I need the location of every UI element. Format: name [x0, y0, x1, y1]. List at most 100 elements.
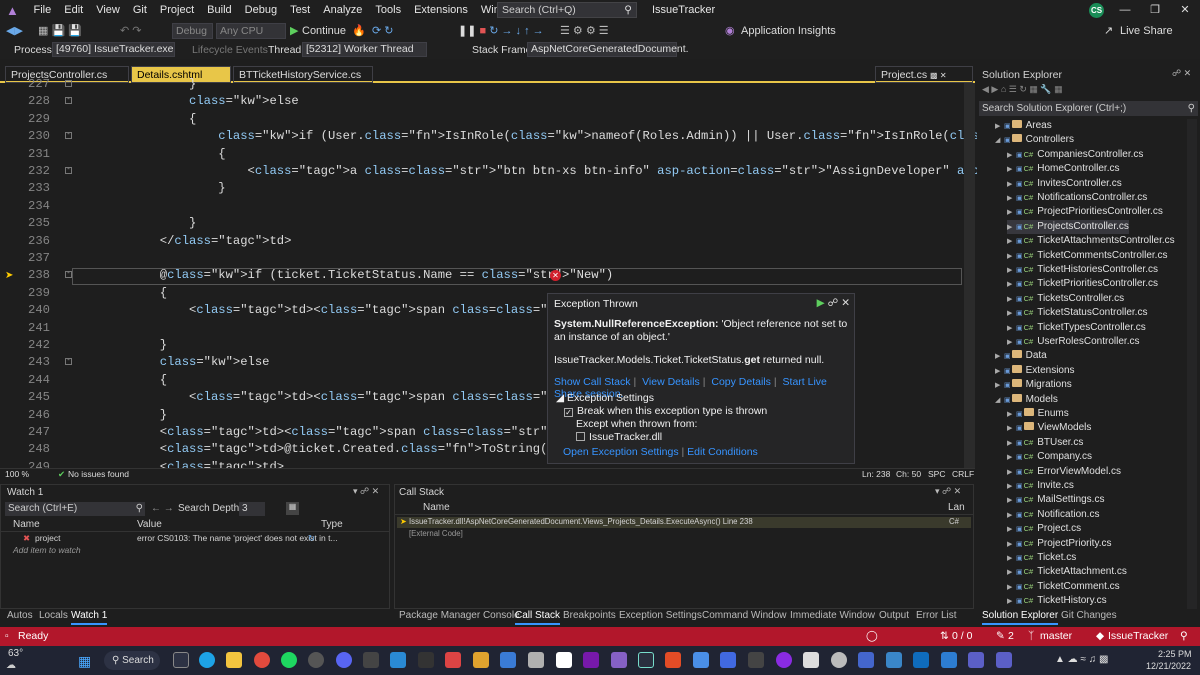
- watch-col-name[interactable]: Name: [13, 519, 40, 530]
- process-select[interactable]: [49760] IssueTracker.exe: [52, 42, 175, 57]
- edit-conditions-link[interactable]: Edit Conditions: [687, 446, 758, 458]
- close-icon[interactable]: ✕: [841, 297, 850, 309]
- menu-item-view[interactable]: View: [90, 0, 127, 21]
- fold-toggle-icon[interactable]: -: [65, 132, 72, 140]
- platform-select[interactable]: Any CPU: [216, 23, 286, 39]
- expand-chevron-icon[interactable]: ▶: [1007, 293, 1016, 307]
- sidebar-item-companiescontroller-cs[interactable]: ▶ ▣C# CompaniesController.cs: [1007, 148, 1143, 162]
- tab-exception-settings[interactable]: Exception Settings: [619, 609, 702, 623]
- search-depth-select[interactable]: 3: [239, 502, 265, 516]
- repo-name[interactable]: IssueTracker: [1108, 627, 1168, 646]
- expand-chevron-icon[interactable]: ▶: [1007, 192, 1016, 206]
- expand-chevron-icon[interactable]: ▶: [1007, 566, 1016, 580]
- expand-chevron-icon[interactable]: ◢: [995, 394, 1004, 408]
- menu-item-file[interactable]: File: [27, 0, 58, 21]
- exception-error-icon[interactable]: ✕: [550, 270, 561, 281]
- expand-chevron-icon[interactable]: ▶: [1007, 523, 1016, 537]
- code-line-235[interactable]: }: [72, 216, 196, 230]
- tab-ticket-history-service[interactable]: BTTicketHistoryService.cs: [233, 66, 373, 83]
- weather-icon[interactable]: ☁: [6, 660, 16, 671]
- expand-chevron-icon[interactable]: ▶: [1007, 206, 1016, 220]
- tab-call-stack[interactable]: Call Stack: [515, 609, 561, 625]
- app-icon[interactable]: [500, 652, 516, 668]
- tab-watch-1[interactable]: Watch 1: [71, 609, 108, 625]
- new-item-icon[interactable]: ▦ 💾 💾: [38, 21, 82, 41]
- view-details-link[interactable]: View Details: [642, 376, 703, 388]
- fold-toggle-icon[interactable]: -: [65, 358, 72, 366]
- pending-changes[interactable]: 2: [1008, 627, 1014, 646]
- expand-chevron-icon[interactable]: ▶: [1007, 422, 1016, 436]
- editor-vertical-scrollbar[interactable]: [964, 83, 975, 468]
- open-exception-settings-link[interactable]: Open Exception Settings: [563, 446, 679, 458]
- issues-status[interactable]: No issues found: [68, 469, 129, 479]
- expand-chevron-icon[interactable]: ▶: [1007, 250, 1016, 264]
- add-watch-item[interactable]: Add item to watch: [13, 545, 81, 555]
- watch-search-input[interactable]: Search (Ctrl+E) ⚲: [5, 502, 145, 516]
- notion-icon[interactable]: [556, 652, 572, 668]
- lifecycle-events-button[interactable]: Lifecycle Events: [192, 41, 268, 59]
- teams-icon[interactable]: [968, 652, 984, 668]
- sidebar-item-company-cs[interactable]: ▶ ▣C# Company.cs: [1007, 450, 1092, 464]
- exception-settings-header[interactable]: ◢ Exception Settings: [556, 392, 654, 404]
- sidebar-item-tickettypescontroller-cs[interactable]: ▶ ▣C# TicketTypesController.cs: [1007, 321, 1146, 335]
- snipping-icon[interactable]: [528, 652, 544, 668]
- expand-chevron-icon[interactable]: ▶: [1007, 552, 1016, 566]
- solution-toolbar-icons[interactable]: ◀ ▶ ⌂ ☰ ↻ ▦ 🔧 ▦: [982, 84, 1063, 95]
- undo-redo-icon[interactable]: ↶ ↷: [120, 21, 142, 41]
- tab-project-cs[interactable]: Project.cs ▩ ✕: [875, 66, 973, 83]
- show-call-stack-link[interactable]: Show Call Stack: [554, 376, 633, 388]
- format-icon[interactable]: ▦: [286, 502, 299, 515]
- sidebar-item-ticketcommentscontroller-cs[interactable]: ▶ ▣C# TicketCommentsController.cs: [1007, 249, 1167, 263]
- code-line-244[interactable]: {: [72, 373, 167, 387]
- solution-scrollbar[interactable]: [1187, 119, 1197, 609]
- sidebar-item-areas[interactable]: ▶ ▣ Areas: [995, 119, 1052, 133]
- expand-chevron-icon[interactable]: ▶: [1007, 581, 1016, 595]
- live-share-icon[interactable]: ↗: [1104, 21, 1113, 41]
- sidebar-item-projectscontroller-cs[interactable]: ▶ ▣C# ProjectsController.cs: [1007, 219, 1129, 234]
- app-icon[interactable]: [858, 652, 874, 668]
- app-icon[interactable]: [665, 652, 681, 668]
- tab-breakpoints[interactable]: Breakpoints: [563, 609, 616, 623]
- tab-autos[interactable]: Autos: [7, 609, 33, 623]
- terminal-icon[interactable]: [418, 652, 434, 668]
- live-share-button[interactable]: Live Share: [1120, 21, 1173, 41]
- code-line-229[interactable]: {: [72, 112, 196, 126]
- app-insights-button[interactable]: Application Insights: [741, 21, 836, 41]
- app-icon[interactable]: [941, 652, 957, 668]
- expand-chevron-icon[interactable]: ▶: [995, 120, 1004, 134]
- expand-chevron-icon[interactable]: ▶: [1007, 595, 1016, 609]
- expand-chevron-icon[interactable]: ▶: [1007, 451, 1016, 465]
- fold-toggle-icon[interactable]: -: [65, 97, 72, 105]
- menu-item-tools[interactable]: Tools: [369, 0, 408, 21]
- sidebar-item-errorviewmodel-cs[interactable]: ▶ ▣C# ErrorViewModel.cs: [1007, 465, 1121, 479]
- maximize-button[interactable]: ❐: [1140, 0, 1170, 21]
- copy-details-link[interactable]: Copy Details: [711, 376, 774, 388]
- sidebar-item-tickethistory-cs[interactable]: ▶ ▣C# TicketHistory.cs: [1007, 594, 1107, 608]
- call-stack-col-name[interactable]: Name: [423, 502, 450, 513]
- file-explorer-icon[interactable]: [226, 652, 242, 668]
- code-line-243[interactable]: class="kw">else: [72, 355, 270, 369]
- start-button-icon[interactable]: ▦: [78, 653, 91, 670]
- pin-icon[interactable]: ☍: [828, 297, 839, 309]
- discord-icon[interactable]: [336, 652, 352, 668]
- sidebar-item-data[interactable]: ▶ ▣ Data: [995, 349, 1047, 363]
- sidebar-item-models[interactable]: ◢ ▣ Models: [995, 393, 1058, 407]
- postman-icon[interactable]: [473, 652, 489, 668]
- app-icon[interactable]: [803, 652, 819, 668]
- zoom-level[interactable]: 100 %: [5, 469, 29, 479]
- code-line-246[interactable]: }: [72, 408, 167, 422]
- continue-icon[interactable]: ▶: [290, 21, 298, 41]
- sidebar-item-ticketstatuscontroller-cs[interactable]: ▶ ▣C# TicketStatusController.cs: [1007, 306, 1147, 320]
- app-insights-icon[interactable]: ◉: [725, 21, 735, 41]
- github-icon[interactable]: [776, 652, 792, 668]
- expand-chevron-icon[interactable]: ▶: [1007, 509, 1016, 523]
- indentation-mode[interactable]: SPC: [928, 469, 945, 479]
- code-line-239[interactable]: {: [72, 286, 167, 300]
- expand-chevron-icon[interactable]: ▶: [1007, 336, 1016, 350]
- refresh-icon[interactable]: ↻: [308, 533, 315, 544]
- bell-icon[interactable]: ⚲: [1180, 627, 1188, 646]
- tab-immediate-window[interactable]: Immediate Window: [790, 609, 875, 623]
- expand-chevron-icon[interactable]: ▶: [1007, 163, 1016, 177]
- global-search-input[interactable]: Search (Ctrl+Q) ⚲: [497, 2, 637, 18]
- sidebar-item-ticketprioritiescontroller-cs[interactable]: ▶ ▣C# TicketPrioritiesController.cs: [1007, 277, 1158, 291]
